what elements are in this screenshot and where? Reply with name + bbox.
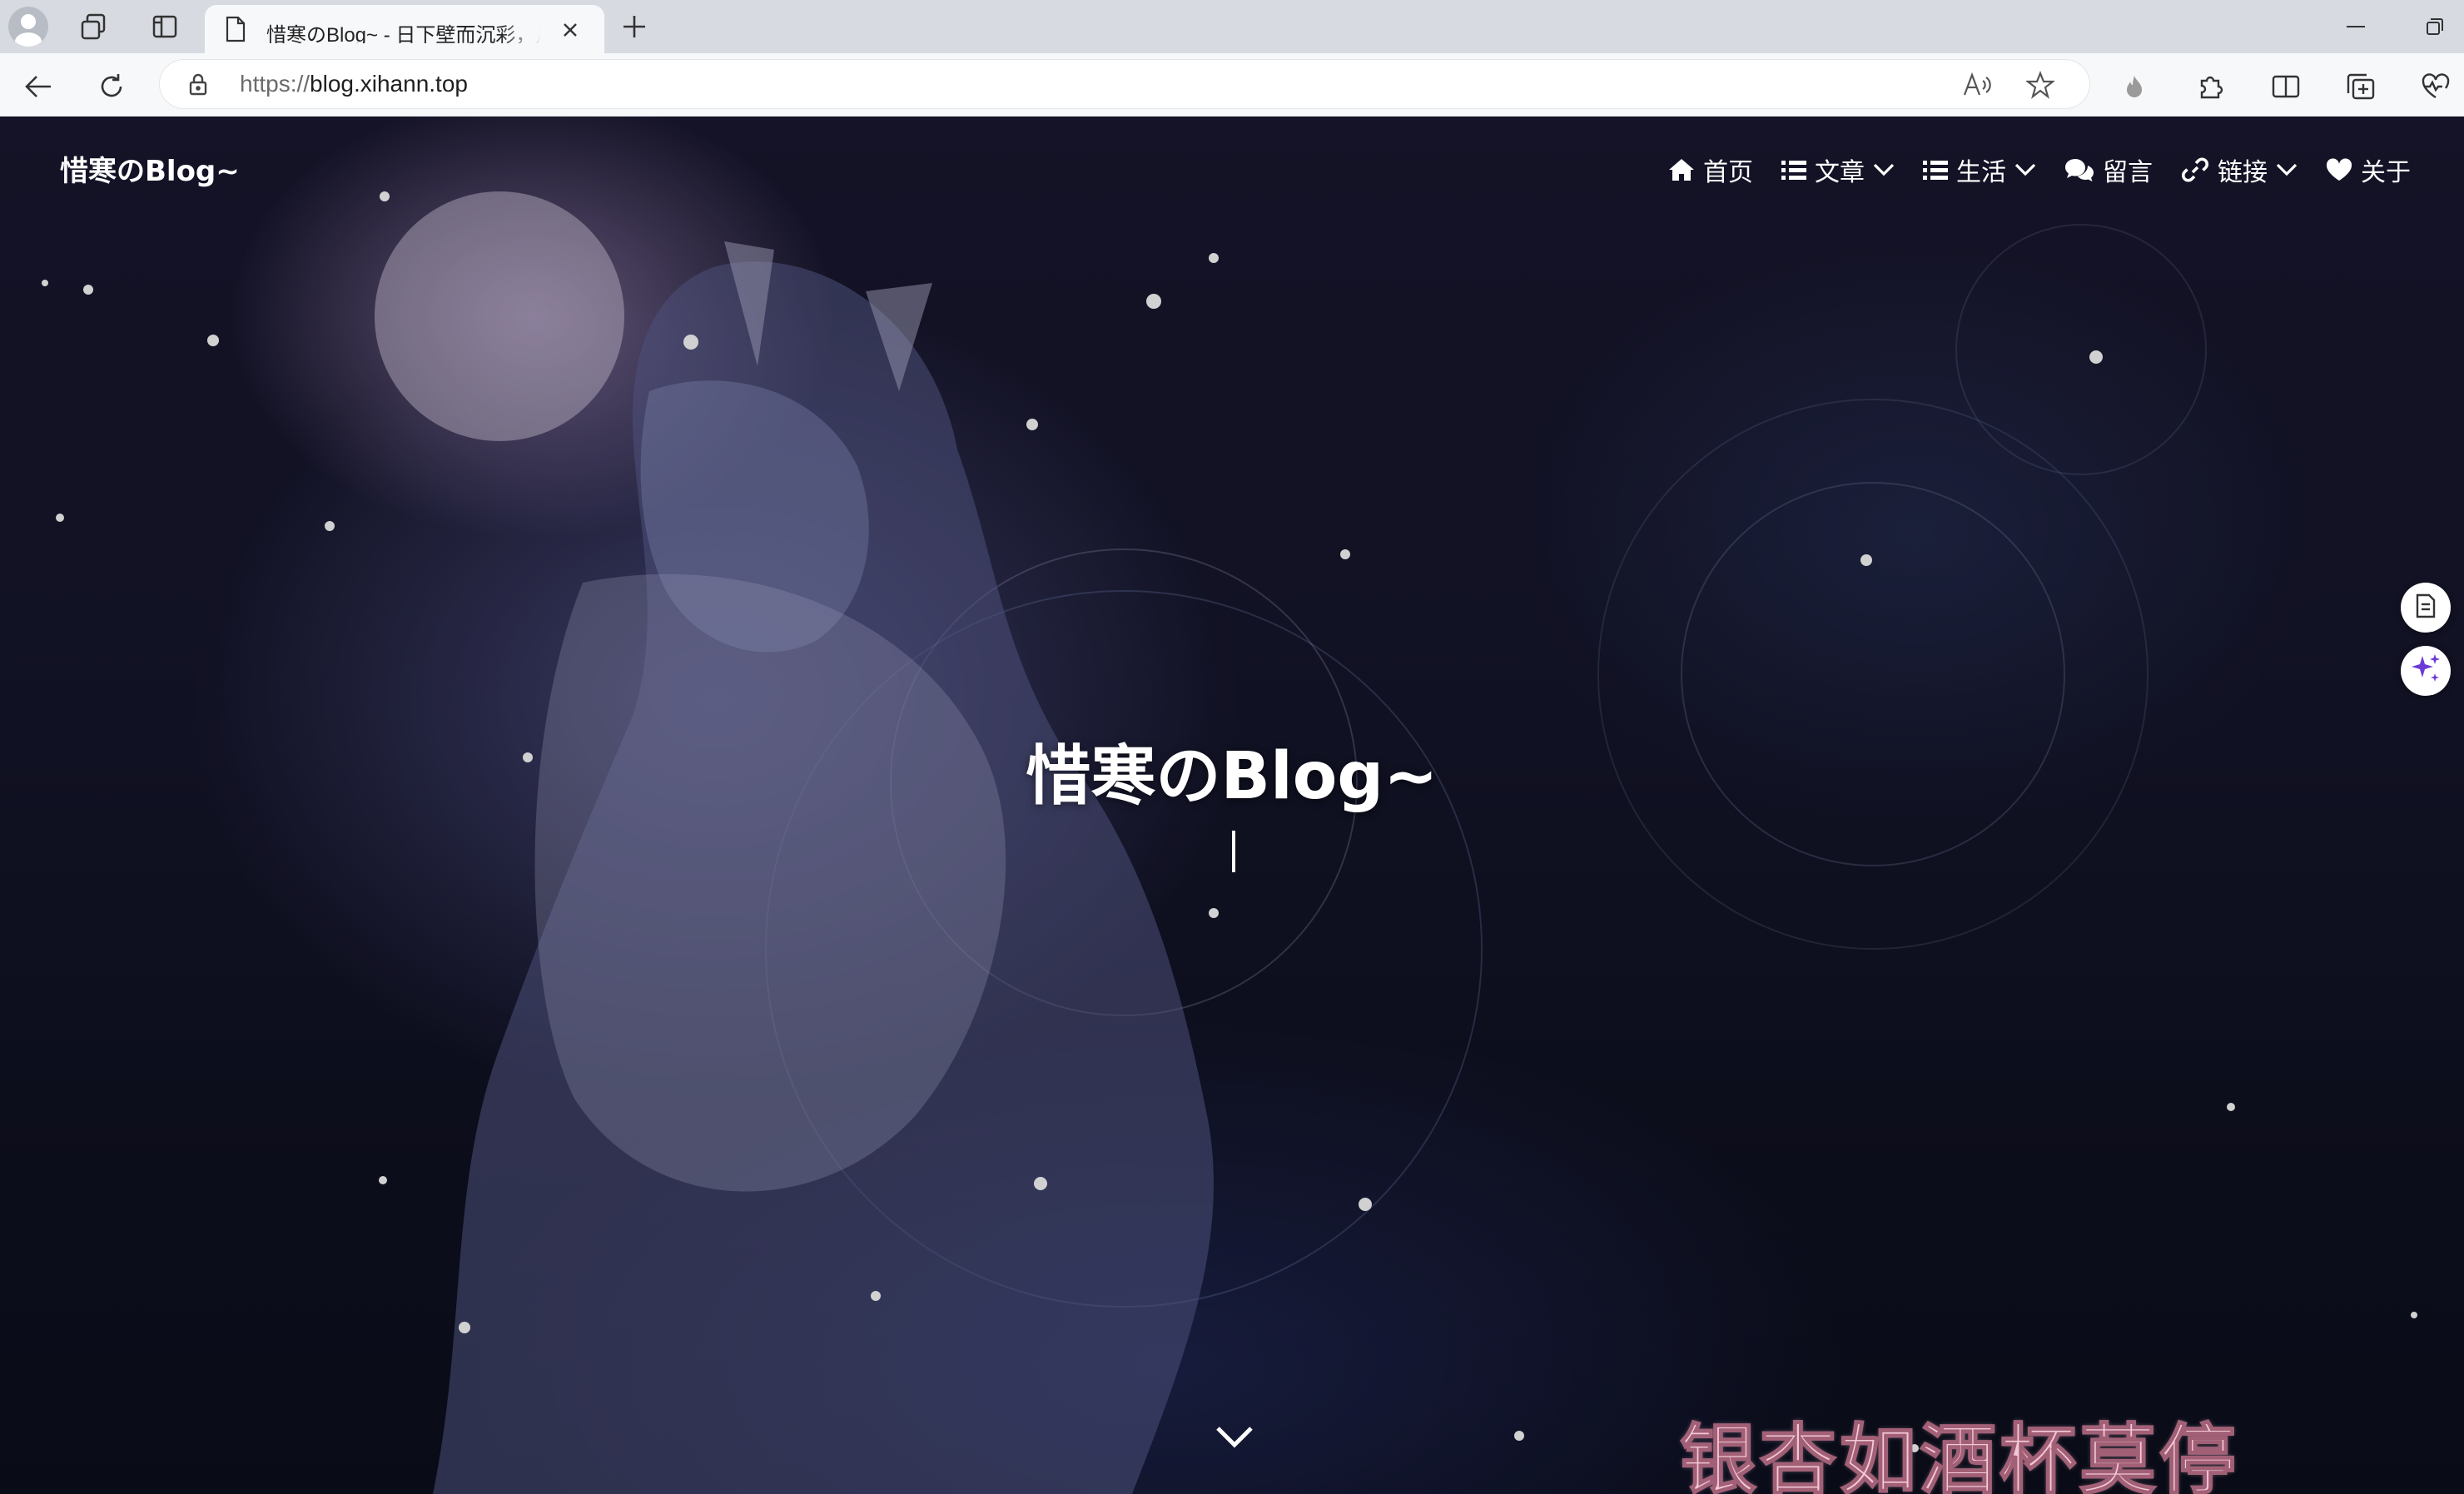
flame-icon[interactable] <box>2118 70 2151 103</box>
tab-title: 惜寒のBlog~ - 日下壁而沉彩，月 <box>266 24 541 43</box>
nav-item-label: 首页 <box>1703 158 1753 187</box>
nav-item-articles[interactable]: 文章 <box>1781 151 1895 188</box>
comments-icon <box>2064 157 2094 182</box>
page-icon <box>221 15 250 43</box>
nav-item-guestbook[interactable]: 留言 <box>2064 151 2153 188</box>
site-brand[interactable]: 惜寒のBlog~ <box>60 148 240 189</box>
active-tab[interactable]: 惜寒のBlog~ - 日下壁而沉彩，月 <box>205 5 604 53</box>
collections-icon[interactable] <box>2342 68 2379 105</box>
vertical-tabs-icon[interactable] <box>148 10 181 43</box>
copilot-button[interactable] <box>2401 646 2451 696</box>
nav-item-label: 留言 <box>2103 158 2153 187</box>
workspaces-icon[interactable] <box>77 10 110 43</box>
split-screen-icon[interactable] <box>2268 68 2304 105</box>
link-icon <box>2181 156 2209 184</box>
restore-icon[interactable] <box>2418 10 2452 43</box>
nav-item-about[interactable]: 关于 <box>2326 151 2411 188</box>
address-bar[interactable]: https://blog.xihann.top <box>160 60 2089 108</box>
lock-icon[interactable] <box>185 71 211 97</box>
reading-view-button[interactable] <box>2401 583 2451 633</box>
hero-title: 惜寒のBlog~ <box>1026 739 1438 814</box>
read-aloud-icon[interactable] <box>1961 69 1993 101</box>
refresh-icon[interactable] <box>93 68 130 105</box>
browser-toolbar: https://blog.xihann.top <box>0 53 2464 117</box>
blog-page: 惜寒のBlog~ 首页 文章 生活 留言 链接 关于 惜寒のBlog~ 银杏如酒… <box>0 117 2464 1494</box>
site-nav: 首页 文章 生活 留言 链接 关于 <box>1668 151 2411 188</box>
typing-cursor <box>1232 831 1235 872</box>
url-host: blog.xihann.top <box>310 71 468 97</box>
poem-text: 银杏如酒杯莫停 <box>1679 1414 2240 1494</box>
url-text[interactable]: https://blog.xihann.top <box>240 71 468 97</box>
new-tab-button[interactable] <box>616 8 653 45</box>
heart-icon <box>2326 158 2352 181</box>
minimize-icon[interactable] <box>2339 10 2372 43</box>
browser-tab-bar: 惜寒のBlog~ - 日下壁而沉彩，月 <box>0 0 2464 53</box>
chevron-down-icon <box>2014 163 2036 176</box>
nav-item-links[interactable]: 链接 <box>2181 151 2298 188</box>
nav-item-life[interactable]: 生活 <box>1923 151 2036 188</box>
url-scheme: https:// <box>240 71 310 97</box>
list-icon <box>1923 159 1948 181</box>
nav-item-home[interactable]: 首页 <box>1668 151 1753 188</box>
profile-avatar[interactable] <box>8 7 48 47</box>
list-icon <box>1781 159 1806 181</box>
puzzle-icon[interactable] <box>2193 68 2229 105</box>
chevron-down-icon <box>2276 163 2298 176</box>
back-arrow-icon[interactable] <box>20 68 57 105</box>
reading-view-icon <box>2414 593 2437 622</box>
close-icon[interactable] <box>556 16 584 44</box>
performance-icon[interactable] <box>2417 68 2454 105</box>
nav-item-label: 链接 <box>2218 158 2268 187</box>
chevron-down-icon <box>1873 163 1895 176</box>
copilot-sparkle-icon <box>2409 653 2442 689</box>
nav-item-label: 关于 <box>2361 158 2411 187</box>
star-icon[interactable] <box>2024 69 2056 101</box>
nav-item-label: 文章 <box>1815 158 1865 187</box>
nav-item-label: 生活 <box>1956 158 2006 187</box>
chevron-down-icon[interactable] <box>1214 1420 1255 1453</box>
home-icon <box>1668 157 1695 182</box>
